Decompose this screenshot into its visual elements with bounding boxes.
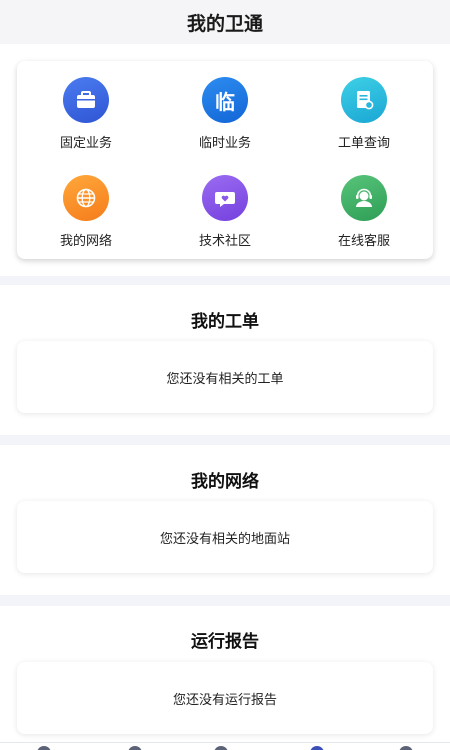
service-fixed-business[interactable]: 固定业务 [17,61,155,151]
network-empty-card: 您还没有相关的地面站 [17,501,433,573]
service-label: 我的网络 [59,234,112,249]
service-label: 技术社区 [198,234,251,249]
headset-agent-icon [341,175,387,221]
service-temporary-business[interactable]: 临 临时业务 [156,61,294,151]
globe-icon [63,175,109,221]
service-label: 工单查询 [337,136,390,151]
service-label: 固定业务 [59,136,112,151]
briefcase-icon [63,77,109,123]
service-label: 临时业务 [198,136,251,151]
tab-icon-profile[interactable] [399,746,413,750]
network-title: 我的网络 [191,472,259,492]
tab-icon-mine[interactable] [310,746,324,750]
tab-icon-discover[interactable] [128,746,142,750]
service-online-support[interactable]: 在线客服 [295,159,433,249]
reports-empty-card: 您还没有运行报告 [17,662,433,734]
temporary-icon: 临 [202,77,248,123]
service-tech-community[interactable]: 技术社区 [156,159,294,249]
services-grid: 固定业务 临 临时业务 工单查询 我的网络 技术社区 在线客服 [17,61,433,259]
tab-icon-orders[interactable] [214,746,228,750]
service-label: 在线客服 [337,234,390,249]
chat-heart-icon [202,175,248,221]
work-orders-title: 我的工单 [191,312,259,332]
top-bar: 我的卫通 [0,0,450,44]
temporary-glyph: 临 [215,89,235,114]
reports-empty-text: 您还没有运行报告 [172,692,277,708]
document-search-icon [341,77,387,123]
bottom-tab-bar[interactable] [0,742,450,750]
page-title: 我的卫通 [186,12,263,35]
reports-title: 运行报告 [191,632,259,652]
work-orders-empty-card: 您还没有相关的工单 [17,341,433,413]
service-my-network[interactable]: 我的网络 [17,159,155,249]
service-work-order-query[interactable]: 工单查询 [295,61,433,151]
work-orders-empty-text: 您还没有相关的工单 [166,371,284,387]
tab-icon-home[interactable] [37,746,51,750]
network-empty-text: 您还没有相关的地面站 [159,531,290,547]
